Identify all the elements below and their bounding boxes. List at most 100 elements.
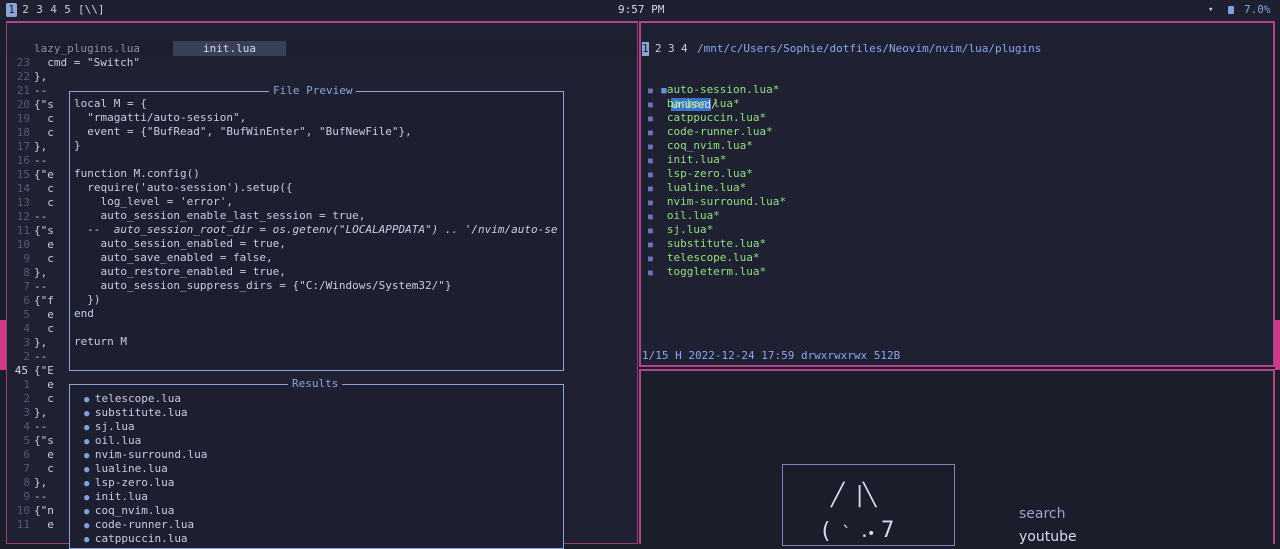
- result-label: oil.lua: [94, 434, 142, 447]
- file-entry[interactable]: ■ coq_nvim.lua*: [648, 139, 753, 154]
- tab-init[interactable]: init.lua: [173, 41, 286, 56]
- lua-file-icon: ●: [84, 479, 95, 489]
- file-name: sj.lua*: [666, 223, 714, 236]
- code-line: e: [34, 378, 54, 391]
- result-item[interactable]: ● telescope.lua: [84, 392, 181, 407]
- result-item[interactable]: ● catppuccin.lua: [84, 532, 188, 547]
- line-number: 5: [23, 308, 30, 321]
- line-number: 12: [16, 210, 30, 223]
- file-entry[interactable]: ■ init.lua*: [648, 153, 726, 168]
- file-preview-pane: File Preview local M = { "rmagatti/auto-…: [69, 84, 564, 371]
- result-item[interactable]: ● substitute.lua: [84, 406, 188, 421]
- line-number: 16: [16, 154, 30, 167]
- result-item[interactable]: ● code-runner.lua: [84, 518, 194, 533]
- workspace-5[interactable]: 5: [62, 3, 73, 17]
- result-item[interactable]: ● lsp-zero.lua: [84, 476, 174, 491]
- result-item[interactable]: ● coq_nvim.lua: [84, 504, 174, 519]
- code-line: e: [34, 518, 54, 531]
- result-label: telescope.lua: [94, 392, 181, 405]
- code-line: --: [34, 420, 48, 433]
- file-entry[interactable]: ■ toggleterm.lua*: [648, 265, 766, 280]
- lua-file-icon: ●: [84, 507, 95, 517]
- lua-file-icon: ■: [648, 226, 653, 235]
- file-entry[interactable]: ■ oil.lua*: [648, 209, 720, 224]
- lua-file-icon: ■: [648, 184, 653, 193]
- file-entry[interactable]: ■ barbar.lua*: [648, 97, 740, 112]
- file-entry[interactable]: ■ telescope.lua*: [648, 251, 760, 266]
- result-label: substitute.lua: [94, 406, 188, 419]
- results-pane: Results ● telescope.lua ● substitute.lua ●…: [69, 377, 564, 549]
- lua-file-icon: ■: [648, 212, 653, 221]
- preview-line: -- auto_session_root_dir = os.getenv("LO…: [74, 223, 558, 236]
- dashboard-window[interactable]: [639, 369, 1275, 544]
- result-item[interactable]: ● oil.lua: [84, 434, 141, 449]
- result-item[interactable]: ● sj.lua: [84, 420, 135, 435]
- file-entry[interactable]: ■ catppuccin.lua*: [648, 111, 766, 126]
- file-entry[interactable]: ■ nvim-surround.lua*: [648, 195, 786, 210]
- tray-dropdown-icon[interactable]: ▾: [1208, 3, 1213, 17]
- file-entry[interactable]: ■ sj.lua*: [648, 223, 713, 238]
- result-label: lualine.lua: [94, 462, 168, 475]
- preview-line: "rmagatti/auto-session",: [74, 111, 247, 124]
- line-number: 6: [23, 294, 30, 307]
- result-item[interactable]: ● lualine.lua: [84, 462, 168, 477]
- file-entry[interactable]: ■ auto-session.lua*: [648, 83, 779, 98]
- layout-indicator[interactable]: [\\]: [78, 3, 105, 17]
- code-line: c: [34, 112, 54, 125]
- code-line: {"f: [34, 294, 54, 307]
- file-entry[interactable]: ■ lualine.lua*: [648, 181, 746, 196]
- code-line: c: [34, 322, 54, 335]
- code-line: --: [34, 210, 48, 223]
- file-entry[interactable]: ■ lsp-zero.lua*: [648, 167, 753, 182]
- line-number: 10: [16, 238, 30, 251]
- result-item[interactable]: ● nvim-surround.lua: [84, 448, 207, 463]
- file-name: lualine.lua*: [666, 181, 747, 194]
- result-item[interactable]: ● init.lua: [84, 490, 148, 505]
- lua-file-icon: ■: [648, 170, 653, 179]
- line-number: 22: [16, 70, 30, 83]
- lua-file-icon: ●: [84, 493, 95, 503]
- code-line: c: [34, 196, 54, 209]
- code-line: e: [34, 238, 54, 251]
- result-label: lsp-zero.lua: [94, 476, 175, 489]
- lua-file-icon: ●: [84, 465, 95, 475]
- lua-file-icon: ■: [648, 100, 653, 109]
- file-name: lsp-zero.lua*: [666, 167, 753, 180]
- tab-lazy-plugins[interactable]: lazy_plugins.lua: [34, 41, 174, 56]
- preview-line: function M.config(): [74, 167, 200, 180]
- menu-item-search[interactable]: search: [1019, 506, 1066, 522]
- workspace-2[interactable]: 2: [20, 3, 31, 17]
- fm-tab-2[interactable]: 2: [655, 42, 662, 56]
- line-number: 1: [23, 378, 30, 391]
- tab-label: init.lua: [203, 42, 256, 55]
- file-entry[interactable]: ■ code-runner.lua*: [648, 125, 773, 140]
- line-number: 23: [16, 56, 30, 69]
- line-number: 6: [23, 448, 30, 461]
- code-line: --: [34, 84, 48, 97]
- clock-glyph: ╲: [863, 483, 877, 508]
- line-number: 15: [16, 168, 30, 181]
- clock-glyph: ╱: [831, 483, 845, 508]
- code-line: c: [34, 182, 54, 195]
- code-line: },: [34, 266, 48, 279]
- workspace-3[interactable]: 3: [34, 3, 45, 17]
- workspace-4[interactable]: 4: [48, 3, 59, 17]
- line-number: 9: [23, 490, 30, 503]
- menu-item-youtube[interactable]: youtube: [1019, 529, 1077, 545]
- lua-file-icon: ●: [84, 437, 95, 447]
- fm-tab-3[interactable]: 3: [668, 42, 675, 56]
- file-name: toggleterm.lua*: [666, 265, 767, 278]
- preview-line: auto_session_suppress_dirs = {"C:/Window…: [74, 279, 452, 292]
- file-entry[interactable]: ■ substitute.lua*: [648, 237, 766, 252]
- line-number: 19: [16, 112, 30, 125]
- file-manager-status: 1/15 H 2022-12-24 17:59 drwxrwxrwx 512B: [642, 349, 901, 362]
- line-number: 8: [23, 476, 30, 489]
- code-line: {"E: [34, 364, 54, 377]
- code-line: cmd = "Switch": [34, 56, 140, 69]
- clock-glyph: `: [841, 523, 852, 544]
- fm-tab-4[interactable]: 4: [681, 42, 688, 56]
- fm-tab-1[interactable]: 1: [642, 42, 649, 56]
- workspace-1[interactable]: 1: [6, 3, 17, 17]
- code-line: --: [34, 490, 48, 503]
- file-name: auto-session.lua*: [666, 83, 780, 96]
